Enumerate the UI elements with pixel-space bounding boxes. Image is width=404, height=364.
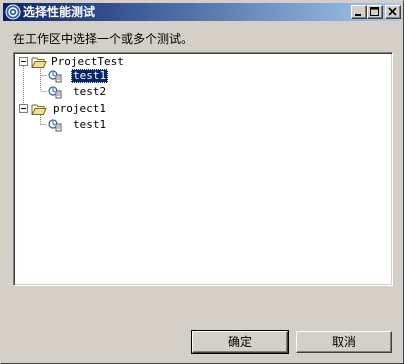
test-tree[interactable]: ProjectTest test1 test2 project1 test1 [13, 52, 393, 286]
eclipse-icon [5, 4, 21, 20]
window-title: 选择性能测试 [23, 5, 96, 19]
performance-test-icon [48, 86, 62, 99]
open-folder-icon [31, 104, 47, 115]
instruction-text: 在工作区中选择一个或多个测试。 [13, 32, 194, 46]
tree-item-project1[interactable]: project1 [51, 102, 108, 116]
maximize-button[interactable] [367, 5, 383, 19]
tree-item-projecttest[interactable]: ProjectTest [49, 55, 126, 69]
performance-test-icon [48, 70, 62, 83]
maximize-icon [370, 7, 379, 16]
minimize-button[interactable] [351, 5, 367, 19]
tree-item-test1[interactable]: test1 [71, 69, 109, 83]
cancel-button[interactable]: 取消 [296, 331, 392, 353]
expand-toggle-project1[interactable] [19, 104, 28, 113]
expand-toggle-projecttest[interactable] [19, 57, 28, 66]
open-folder-icon [31, 57, 47, 68]
minimize-icon [355, 14, 361, 16]
tree-item-test2[interactable]: test2 [71, 85, 108, 99]
dialog-window: 选择性能测试 在工作区中选择一个或多个测试。 ProjectTest test1… [0, 0, 404, 364]
tree-item-test1[interactable]: test1 [71, 118, 108, 132]
close-icon [388, 7, 397, 16]
close-button[interactable] [385, 5, 401, 19]
title-bar[interactable]: 选择性能测试 [3, 3, 401, 21]
performance-test-icon [48, 119, 62, 132]
ok-button[interactable]: 确定 [191, 330, 289, 354]
